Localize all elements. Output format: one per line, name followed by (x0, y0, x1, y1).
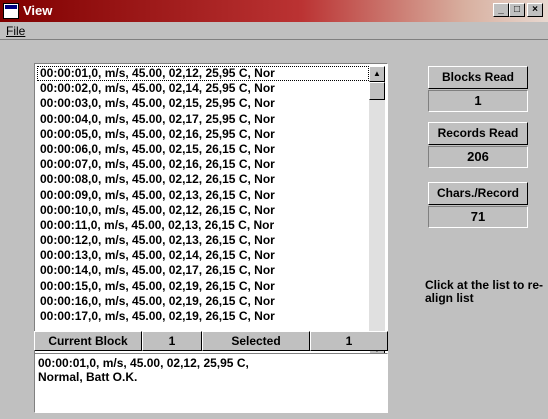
records-list[interactable]: 00:00:01,0, m/s, 45.00, 02,12, 25,95 C, … (37, 66, 369, 358)
list-item[interactable]: 00:00:17,0, m/s, 45.00, 02,19, 26,15 C, … (37, 309, 369, 324)
title-bar: View _ □ × (0, 0, 548, 22)
chars-per-record-value: 71 (428, 206, 528, 228)
list-item[interactable]: 00:00:02,0, m/s, 45.00, 02,14, 25,95 C, … (37, 81, 369, 96)
selected-label: Selected (202, 331, 310, 351)
list-item[interactable]: 00:00:04,0, m/s, 45.00, 02,17, 25,95 C, … (37, 112, 369, 127)
records-read-label: Records Read (428, 122, 528, 145)
list-item[interactable]: 00:00:10,0, m/s, 45.00, 02,12, 26,15 C, … (37, 203, 369, 218)
list-item[interactable]: 00:00:05,0, m/s, 45.00, 02,16, 25,95 C, … (37, 127, 369, 142)
maximize-button[interactable]: □ (509, 3, 525, 17)
blocks-read-value: 1 (428, 90, 528, 112)
blocks-read-label: Blocks Read (428, 66, 528, 89)
list-item[interactable]: 00:00:14,0, m/s, 45.00, 02,17, 26,15 C, … (37, 263, 369, 278)
list-item[interactable]: 00:00:08,0, m/s, 45.00, 02,12, 26,15 C, … (37, 172, 369, 187)
record-detail-line2: Normal, Batt O.K. (38, 370, 138, 384)
menu-bar: File (0, 22, 548, 40)
selected-value: 1 (310, 331, 388, 351)
scroll-up-button[interactable]: ▲ (369, 66, 385, 82)
records-read-value: 206 (428, 146, 528, 168)
list-item[interactable]: 00:00:12,0, m/s, 45.00, 02,13, 26,15 C, … (37, 233, 369, 248)
close-button[interactable]: × (527, 3, 543, 17)
minimize-button[interactable]: _ (493, 3, 509, 17)
list-item[interactable]: 00:00:16,0, m/s, 45.00, 02,19, 26,15 C, … (37, 294, 369, 309)
menu-file[interactable]: File (6, 24, 25, 38)
window-title: View (23, 3, 53, 18)
list-item[interactable]: 00:00:15,0, m/s, 45.00, 02,19, 26,15 C, … (37, 279, 369, 294)
list-item[interactable]: 00:00:03,0, m/s, 45.00, 02,15, 25,95 C, … (37, 96, 369, 111)
list-item[interactable]: 00:00:07,0, m/s, 45.00, 02,16, 26,15 C, … (37, 157, 369, 172)
chars-per-record-label: Chars./Record (428, 182, 528, 205)
vertical-scroll-thumb[interactable] (369, 82, 385, 100)
list-item[interactable]: 00:00:01,0, m/s, 45.00, 02,12, 25,95 C, … (37, 66, 369, 82)
current-block-value: 1 (142, 331, 202, 351)
current-block-label: Current Block (34, 331, 142, 351)
app-icon (3, 3, 19, 19)
record-detail-line1: 00:00:01,0, m/s, 45.00, 02,12, 25,95 C, (38, 356, 249, 370)
realign-hint: Click at the list to re-align list (425, 278, 544, 305)
record-detail: 00:00:01,0, m/s, 45.00, 02,12, 25,95 C, … (34, 353, 388, 413)
vertical-scrollbar[interactable]: ▲ ▼ (369, 66, 385, 358)
list-item[interactable]: 00:00:09,0, m/s, 45.00, 02,13, 26,15 C, … (37, 188, 369, 203)
list-item[interactable]: 00:00:13,0, m/s, 45.00, 02,14, 26,15 C, … (37, 248, 369, 263)
list-item[interactable]: 00:00:06,0, m/s, 45.00, 02,15, 26,15 C, … (37, 142, 369, 157)
list-item[interactable]: 00:00:11,0, m/s, 45.00, 02,13, 26,15 C, … (37, 218, 369, 233)
